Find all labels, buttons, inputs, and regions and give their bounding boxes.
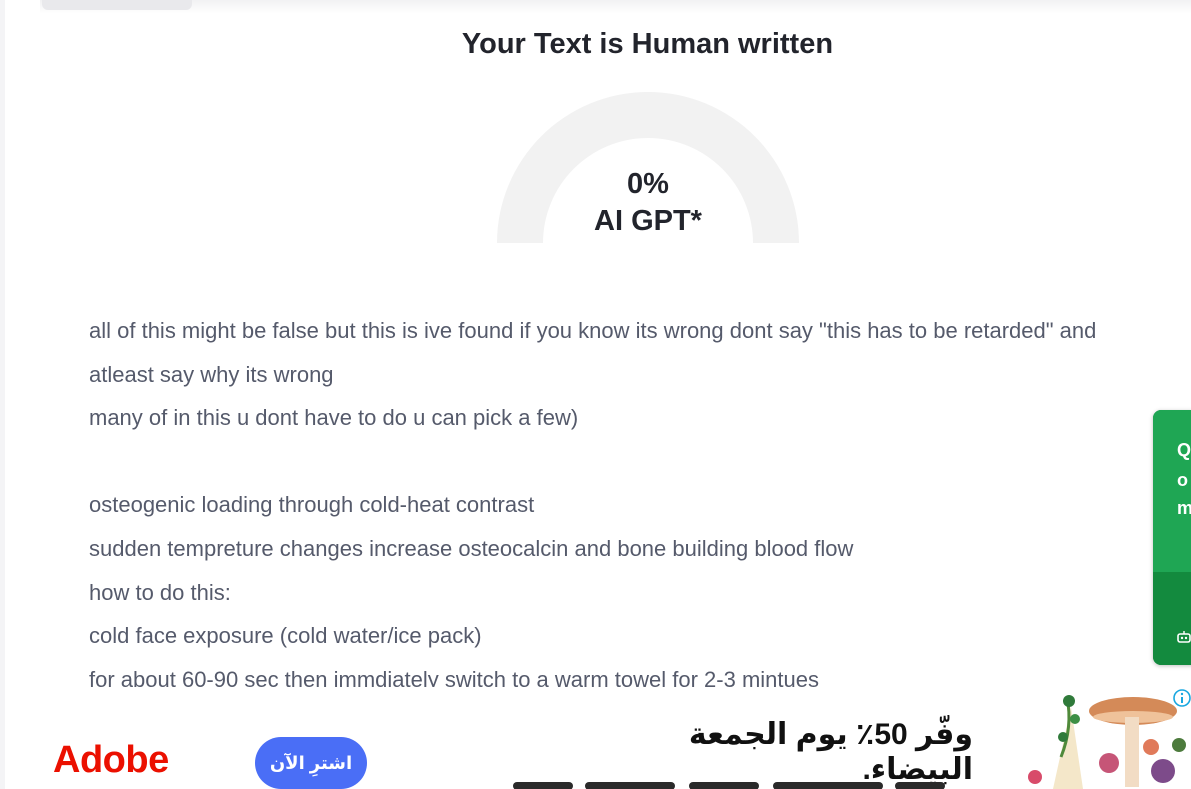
ad-banner[interactable]: Adobe اشترِ الآن وفّر 50٪ يوم الجمعة الب… — [13, 687, 1191, 789]
ad-buy-now-button[interactable]: اشترِ الآن — [255, 737, 367, 789]
ai-gpt-label: AI GPT* — [594, 205, 702, 237]
top-tab-remnant — [42, 0, 192, 10]
result-title: Your Text is Human written — [461, 28, 834, 60]
text-line: atleast say why its wrong — [89, 361, 334, 387]
ad-info-icon[interactable] — [1173, 689, 1191, 707]
ad-brand-logo[interactable]: Adobe — [53, 739, 169, 782]
top-bar-shadow — [40, 0, 1191, 14]
side-chat-widget[interactable]: Q o m — [1153, 410, 1191, 665]
text-line — [89, 440, 1191, 484]
text-line: sudden tempreture changes increase osteo… — [89, 535, 854, 561]
widget-letter: Q — [1177, 440, 1191, 460]
left-border — [0, 0, 5, 789]
page: Your Text is Human written 0% AI GPT* al… — [0, 0, 1191, 789]
ad-mushroom-artwork — [1028, 695, 1186, 789]
widget-footer — [1153, 572, 1191, 665]
widget-letter: m — [1177, 498, 1191, 518]
widget-panel — [1153, 410, 1191, 572]
widget-letter: o — [1177, 470, 1188, 490]
robot-icon — [1177, 630, 1191, 647]
ad-headline: وفّر 50٪ يوم الجمعة البيضاء. — [688, 718, 973, 786]
text-line: all of this might be false but this is i… — [89, 318, 1097, 343]
text-line: osteogenic loading through cold-heat con… — [89, 492, 535, 518]
text-line: cold face exposure (cold water/ice pack) — [89, 623, 482, 649]
analyzed-text: all of this might be false but this is i… — [89, 309, 1191, 701]
text-line: how to do this: — [89, 579, 231, 605]
ai-percent-value: 0% — [627, 168, 669, 200]
text-line: many of in this u dont have to do u can … — [89, 405, 579, 431]
ad-subline-fragment — [483, 779, 963, 789]
